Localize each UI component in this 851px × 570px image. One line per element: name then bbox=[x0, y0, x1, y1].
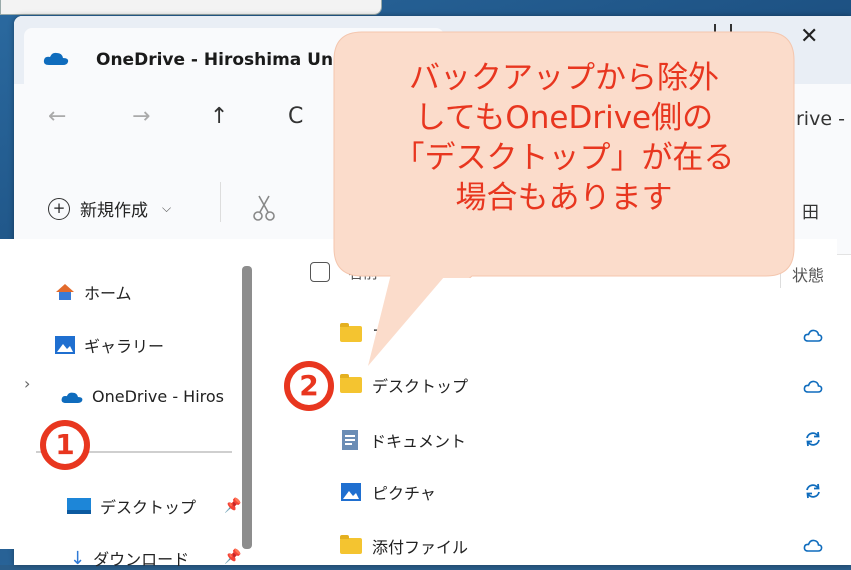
callout-line: 「デスクトップ」が在る bbox=[393, 140, 735, 176]
file-name: ピクチャ bbox=[372, 484, 436, 503]
file-name: ドキュメント bbox=[370, 432, 467, 451]
home-icon bbox=[56, 284, 74, 300]
up-arrow-icon[interactable]: ↑ bbox=[210, 104, 228, 129]
pin-icon[interactable]: 📌 bbox=[224, 549, 241, 565]
plus-icon: + bbox=[48, 197, 70, 220]
onedrive-cloud-icon bbox=[61, 392, 83, 403]
chevron-down-icon: ⌵ bbox=[162, 201, 172, 215]
new-button-label: 新規作成 bbox=[80, 201, 148, 221]
sidebar-item-label: デスクトップ bbox=[100, 498, 197, 517]
sync-icon bbox=[806, 431, 820, 447]
scrollbar[interactable] bbox=[242, 266, 252, 549]
step-badge-1: 1 bbox=[40, 420, 90, 470]
callout-line: してもOneDrive側の bbox=[414, 100, 714, 136]
pictures-icon bbox=[341, 483, 361, 501]
file-name: デスクトップ bbox=[372, 377, 469, 396]
list-item[interactable]: 添付ファイル bbox=[340, 534, 468, 558]
desktop-icon bbox=[67, 498, 91, 514]
callout-line: バックアップから除外 bbox=[409, 60, 719, 96]
back-arrow-icon[interactable]: ← bbox=[48, 104, 66, 129]
gallery-icon bbox=[55, 336, 75, 354]
list-item[interactable]: デスクトップ bbox=[340, 373, 468, 397]
pin-icon[interactable]: 📌 bbox=[224, 498, 241, 514]
cloud-icon bbox=[803, 329, 823, 342]
sidebar-item-label: ホーム bbox=[84, 284, 132, 303]
sidebar-item-label: OneDrive - Hiros bbox=[92, 387, 225, 406]
sidebar-item-home[interactable]: ホーム bbox=[54, 280, 132, 304]
step-badge-2: 2 bbox=[284, 361, 334, 411]
close-icon[interactable]: ✕ bbox=[800, 24, 818, 49]
toolbar-divider bbox=[220, 182, 221, 222]
file-name: 添付ファイル bbox=[372, 538, 469, 557]
address-bar-text[interactable]: rive - bbox=[796, 108, 845, 130]
column-header-status[interactable]: 状態 bbox=[792, 262, 824, 286]
download-arrow-icon: ↓ bbox=[70, 547, 86, 569]
folder-icon bbox=[340, 374, 362, 393]
sidebar-item-label: ギャラリー bbox=[84, 337, 165, 356]
tab-title: OneDrive - Hiroshima Unive bbox=[96, 50, 362, 70]
list-item[interactable]: ピクチャ bbox=[340, 480, 436, 504]
sidebar-item-gallery[interactable]: ギャラリー bbox=[54, 333, 164, 357]
view-icon[interactable]: 田 bbox=[802, 198, 819, 223]
onedrive-cloud-icon bbox=[43, 52, 69, 65]
sidebar-item-label: ダウンロード bbox=[93, 550, 190, 569]
callout-text: バックアップから除外 してもOneDrive側の 「デスクトップ」が在る 場合も… bbox=[332, 58, 796, 218]
sync-icon bbox=[806, 483, 820, 499]
sidebar-item-desktop[interactable]: デスクトップ bbox=[66, 494, 196, 518]
folder-icon bbox=[340, 535, 362, 554]
scissors-icon[interactable] bbox=[250, 194, 278, 222]
select-all-checkbox[interactable] bbox=[310, 262, 330, 282]
callout-line: 場合もあります bbox=[455, 180, 673, 216]
background-window bbox=[0, 0, 382, 15]
step-badge-1-number: 1 bbox=[46, 426, 84, 464]
refresh-icon[interactable]: C bbox=[288, 104, 303, 129]
sidebar-item-downloads[interactable]: ↓ ダウンロード bbox=[70, 546, 189, 570]
new-button[interactable]: + 新規作成 ⌵ bbox=[48, 196, 171, 221]
list-item[interactable]: ドキュメント bbox=[340, 428, 466, 452]
step-badge-2-number: 2 bbox=[290, 367, 328, 405]
cloud-icon bbox=[803, 539, 823, 552]
cloud-icon bbox=[803, 380, 823, 393]
expand-chevron-icon[interactable]: › bbox=[24, 374, 30, 393]
sidebar-item-onedrive[interactable]: OneDrive - Hiros bbox=[60, 387, 224, 406]
forward-arrow-icon[interactable]: → bbox=[132, 104, 150, 129]
document-icon bbox=[342, 430, 358, 450]
